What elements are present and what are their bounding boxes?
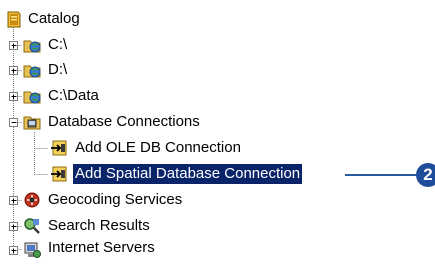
tree-node-label: Geocoding Services bbox=[48, 191, 183, 208]
search-results-icon bbox=[22, 216, 42, 236]
drive-folder-icon bbox=[22, 35, 42, 55]
collapse-minus-icon[interactable] bbox=[9, 118, 18, 127]
tree-node-label: C:\Data bbox=[48, 87, 99, 104]
tree-node-label: Search Results bbox=[48, 217, 150, 234]
tree-node-label-selected: Add Spatial Database Connection bbox=[71, 163, 304, 185]
expand-plus-icon[interactable] bbox=[9, 66, 18, 75]
geocoding-icon bbox=[22, 190, 42, 210]
folder-connection-icon bbox=[22, 86, 42, 106]
tree-node-label: Database Connections bbox=[48, 113, 200, 130]
add-connection-icon bbox=[49, 164, 69, 184]
tree-node-label: Catalog bbox=[28, 10, 80, 27]
catalog-icon bbox=[4, 9, 24, 29]
expand-plus-icon[interactable] bbox=[9, 246, 18, 255]
expand-plus-icon[interactable] bbox=[9, 222, 18, 231]
catalog-tree-view: Catalog C:\ D:\ C:\Data Database Connect… bbox=[0, 0, 435, 266]
callout-badge: 2 bbox=[416, 163, 435, 187]
tree-node-label: D:\ bbox=[48, 61, 68, 78]
tree-node-label: Add OLE DB Connection bbox=[75, 139, 241, 156]
tree-node-label: Internet Servers bbox=[48, 239, 155, 256]
expand-plus-icon[interactable] bbox=[9, 92, 18, 101]
database-connections-icon bbox=[22, 112, 42, 132]
expand-plus-icon[interactable] bbox=[9, 196, 18, 205]
tree-node-label: C:\ bbox=[48, 36, 68, 53]
internet-servers-icon bbox=[22, 240, 42, 260]
add-connection-icon bbox=[49, 138, 69, 158]
callout-leader-line bbox=[345, 174, 419, 176]
drive-folder-icon bbox=[22, 60, 42, 80]
expand-plus-icon[interactable] bbox=[9, 41, 18, 50]
